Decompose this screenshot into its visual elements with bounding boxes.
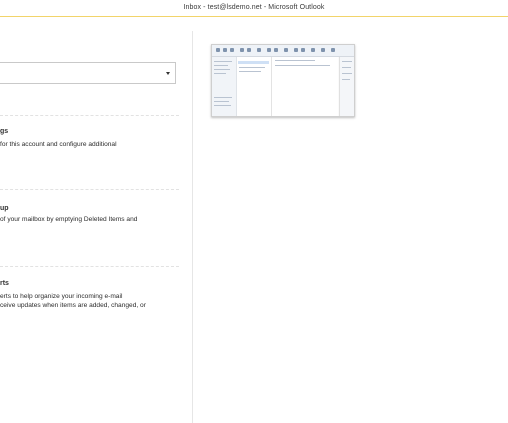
- window-title: Inbox - test@lsdemo.net - Microsoft Outl…: [183, 4, 325, 11]
- preview-text-line: [214, 69, 230, 70]
- preview-ribbon: [212, 45, 354, 57]
- pane-divider: [192, 31, 193, 423]
- preview-ribbon-icon: [267, 48, 271, 52]
- chevron-down-icon[interactable]: [166, 72, 170, 75]
- preview-text-line: [342, 61, 352, 62]
- preview-text-line: [214, 101, 229, 102]
- preview-ribbon-icon: [230, 48, 234, 52]
- preview-text-line: [214, 61, 232, 62]
- account-settings-heading[interactable]: gs: [0, 128, 8, 135]
- account-settings-description: for this account and configure additiona…: [0, 141, 117, 148]
- preview-ribbon-icon: [223, 48, 227, 52]
- preview-text-line: [239, 67, 265, 68]
- preview-ribbon-icon: [216, 48, 220, 52]
- preview-text-line: [214, 65, 228, 66]
- preview-text-line: [214, 73, 226, 74]
- preview-ribbon-icon: [294, 48, 298, 52]
- preview-text-line: [239, 71, 261, 72]
- preview-ribbon-icon: [240, 48, 244, 52]
- preview-text-line: [342, 67, 351, 68]
- rules-alerts-heading[interactable]: rts: [0, 280, 9, 287]
- preview-ribbon-icon: [331, 48, 335, 52]
- preview-navigation-pane: [212, 57, 237, 116]
- rules-alerts-description-line-2: ceive updates when items are added, chan…: [0, 302, 146, 309]
- preview-ribbon-icon: [301, 48, 305, 52]
- preview-text-line: [214, 97, 232, 98]
- section-separator: [0, 266, 179, 267]
- preview-text-line: [342, 73, 352, 74]
- preview-ribbon-icon: [247, 48, 251, 52]
- preview-ribbon-icon: [274, 48, 278, 52]
- preview-text-line: [342, 79, 350, 80]
- preview-ribbon-icon: [284, 48, 288, 52]
- section-separator: [0, 115, 179, 116]
- preview-todo-bar: [339, 57, 354, 116]
- title-accent-line: [0, 16, 508, 17]
- preview-text-line: [275, 65, 330, 66]
- preview-ribbon-icon: [321, 48, 325, 52]
- cleanup-tools-heading[interactable]: up: [0, 205, 9, 212]
- title-bar: Inbox - test@lsdemo.net - Microsoft Outl…: [0, 0, 508, 16]
- preview-text-line: [275, 60, 315, 61]
- preview-text-line: [214, 105, 231, 106]
- preview-reading-pane: [272, 57, 338, 116]
- account-info-pane: [0, 31, 192, 423]
- preview-mail-list: [237, 57, 272, 116]
- preview-ribbon-icon: [257, 48, 261, 52]
- section-separator: [0, 189, 179, 190]
- cleanup-tools-description: of your mailbox by emptying Deleted Item…: [0, 216, 138, 223]
- preview-ribbon-icon: [311, 48, 315, 52]
- preview-selected-message: [238, 61, 269, 64]
- outlook-window-preview-thumbnail: [211, 44, 355, 117]
- account-selector-dropdown[interactable]: [0, 62, 176, 84]
